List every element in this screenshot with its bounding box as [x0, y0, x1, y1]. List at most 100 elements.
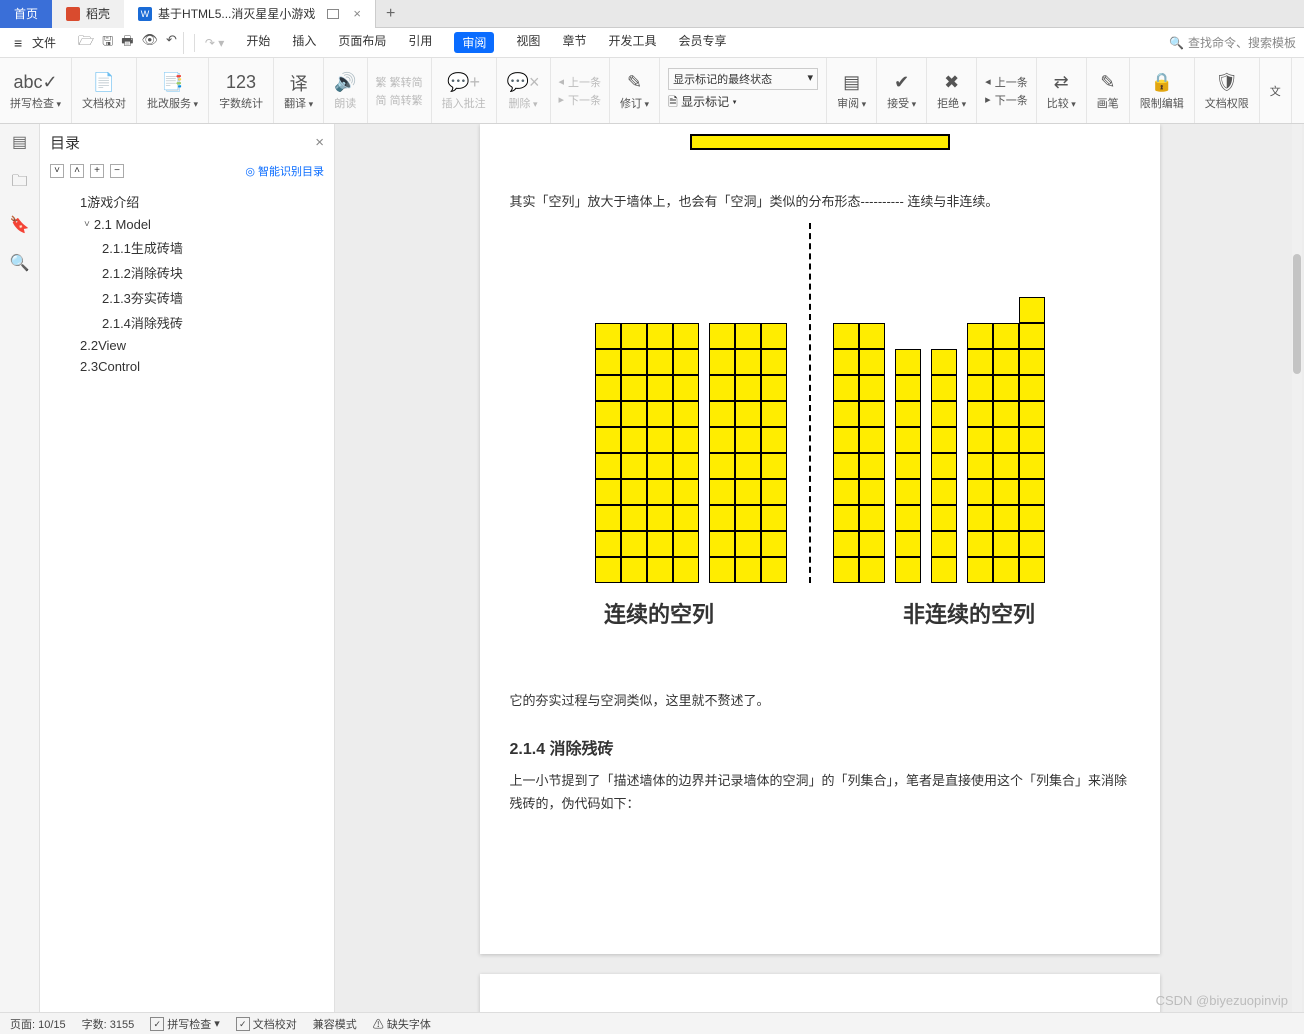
window-icon[interactable]	[327, 9, 339, 19]
btn-next-comment: ▸ 下一条	[559, 92, 602, 108]
btn-next-change[interactable]: ▸ 下一条	[985, 92, 1028, 108]
scrollbar-thumb[interactable]	[1293, 254, 1301, 374]
outline-item[interactable]: 2.2View	[40, 335, 334, 356]
find-tab-icon[interactable]: 🔍	[10, 253, 30, 273]
word-doc-icon: W	[138, 7, 152, 21]
outline-item[interactable]: 2.1.1生成砖墙	[40, 235, 334, 260]
status-page[interactable]: 页面: 10/15	[10, 1016, 66, 1032]
lock-icon: 🔒	[1151, 71, 1173, 95]
outline-item[interactable]: 2.1.4消除残砖	[40, 310, 334, 335]
document-page-next	[480, 974, 1160, 1012]
menu-devtools[interactable]: 开发工具	[608, 32, 656, 53]
paragraph: 其实「空列」放大于墙体上，也会有「空洞」类似的分布形态---------- 连续…	[510, 190, 1130, 213]
status-compat[interactable]: 兼容模式	[313, 1016, 357, 1032]
btn-to-simplified: 繁 繁转简	[376, 74, 423, 90]
btn-restrict[interactable]: 🔒限制编辑	[1130, 58, 1195, 123]
outline-minus-icon[interactable]: −	[110, 164, 124, 178]
figure-columns	[510, 223, 1130, 583]
open-icon[interactable]: 🗁	[78, 32, 94, 54]
menu-start[interactable]: 开始	[246, 32, 270, 53]
ribbon-tabs: 开始 插入 页面布局 引用 审阅 视图 章节 开发工具 会员专享	[246, 32, 726, 53]
tab-home[interactable]: 首页	[0, 0, 52, 28]
btn-review-pane[interactable]: ▤审阅	[827, 58, 877, 123]
menu-reference[interactable]: 引用	[408, 32, 432, 53]
outline-item[interactable]: 2.3Control	[40, 356, 334, 377]
outline-expand-icon[interactable]: ˄	[70, 164, 84, 178]
print-icon[interactable]: 🖶	[121, 32, 133, 54]
bookmark-tab-icon[interactable]: 🔖	[10, 215, 30, 235]
btn-more[interactable]: 文	[1260, 58, 1292, 123]
outline-close-icon[interactable]: ×	[315, 134, 324, 151]
grp-comment-nav: ◂ 上一条 ▸ 下一条	[551, 58, 611, 123]
pen-icon: ✎	[1100, 71, 1115, 95]
undo-icon[interactable]: ↶	[166, 32, 177, 54]
track-state-select[interactable]: 显示标记的最终状态▾	[668, 68, 818, 90]
save-icon[interactable]: 🖫	[102, 32, 113, 54]
tab-document-label: 基于HTML5...消灭星星小游戏	[158, 5, 315, 22]
outline-toolbar: ˅ ˄ + − ◎智能识别目录	[40, 161, 334, 185]
outline-plus-icon[interactable]: +	[90, 164, 104, 178]
menu-layout[interactable]: 页面布局	[338, 32, 386, 53]
ai-icon: ◎	[245, 165, 255, 178]
menu-member[interactable]: 会员专享	[678, 32, 726, 53]
btn-show-marks[interactable]: 🗎 显示标记 ▾	[668, 93, 818, 114]
btn-compare[interactable]: ⇄比较	[1037, 58, 1087, 123]
menu-insert[interactable]: 插入	[292, 32, 316, 53]
vertical-scrollbar[interactable]	[1292, 124, 1302, 1012]
btn-batch[interactable]: 📑批改服务	[137, 58, 209, 123]
btn-pen[interactable]: ✎画笔	[1087, 58, 1130, 123]
document-page: 其实「空列」放大于墙体上，也会有「空洞」类似的分布形态---------- 连续…	[480, 124, 1160, 954]
redo-icon[interactable]: ↷ ▾	[205, 36, 224, 50]
btn-prev-change[interactable]: ◂ 上一条	[985, 74, 1028, 90]
btn-proof[interactable]: 📄文档校对	[72, 58, 137, 123]
command-search[interactable]: 🔍 查找命令、搜索模板	[1169, 34, 1296, 51]
title-tab-bar: 首页 稻壳 W 基于HTML5...消灭星星小游戏 × +	[0, 0, 1304, 28]
btn-accept[interactable]: ✔接受	[877, 58, 927, 123]
tab-close-icon[interactable]: ×	[353, 6, 361, 21]
btn-prev-comment: ◂ 上一条	[559, 74, 602, 90]
menu-review[interactable]: 审阅	[454, 32, 494, 53]
btn-permissions[interactable]: 🛡文档权限	[1195, 58, 1260, 123]
outline-tab-icon[interactable]: ▤	[12, 132, 27, 152]
outline-panel: 目录 × ˅ ˄ + − ◎智能识别目录 1游戏介绍 2.1 Model 2.1…	[40, 124, 335, 1012]
btn-spellcheck[interactable]: abc✓拼写检查	[0, 58, 72, 123]
compare-icon: ⇄	[1054, 71, 1069, 95]
status-bar: 页面: 10/15 字数: 3155 拼写检查 ▾ 文档校对 兼容模式 ⚠ 缺失…	[0, 1012, 1304, 1034]
outline-item[interactable]: 2.1 Model	[40, 214, 334, 235]
caption-left: 连续的空列	[604, 597, 714, 629]
pane-icon: ▤	[843, 71, 860, 95]
tab-document[interactable]: W 基于HTML5...消灭星星小游戏 ×	[124, 0, 376, 28]
btn-reject[interactable]: ✖拒绝	[927, 58, 977, 123]
grp-track-options: 显示标记的最终状态▾ 🗎 显示标记 ▾	[660, 58, 827, 123]
smart-outline-button[interactable]: ◎智能识别目录	[245, 163, 324, 179]
batch-icon: 📑	[161, 71, 183, 95]
thumbnail-tab-icon[interactable]: 🗀	[11, 170, 27, 197]
document-viewport[interactable]: 其实「空列」放大于墙体上，也会有「空洞」类似的分布形态---------- 连续…	[335, 124, 1304, 1012]
search-placeholder: 查找命令、搜索模板	[1188, 34, 1296, 51]
search-icon: 🔍	[1169, 36, 1184, 50]
btn-translate[interactable]: 译翻译	[274, 58, 324, 123]
outline-tree: 1游戏介绍 2.1 Model 2.1.1生成砖墙 2.1.2消除砖块 2.1.…	[40, 185, 334, 381]
menu-chapter[interactable]: 章节	[562, 32, 586, 53]
file-menu[interactable]: 文件	[8, 32, 62, 53]
btn-wordcount[interactable]: 123字数统计	[209, 58, 274, 123]
menu-bar: 文件 🗁 🖫 🖶 👁 ↶ ↷ ▾ 开始 插入 页面布局 引用 审阅 视图 章节 …	[0, 28, 1304, 58]
outline-collapse-icon[interactable]: ˅	[50, 164, 64, 178]
status-spellcheck[interactable]: 拼写检查 ▾	[150, 1016, 220, 1032]
outline-item[interactable]: 2.1.3夯实砖墙	[40, 285, 334, 310]
preview-icon[interactable]: 👁	[142, 32, 159, 54]
menu-view[interactable]: 视图	[516, 32, 540, 53]
btn-to-traditional: 简 简转繁	[376, 92, 423, 108]
grp-change-nav: ◂ 上一条 ▸ 下一条	[977, 58, 1037, 123]
outline-item[interactable]: 2.1.2消除砖块	[40, 260, 334, 285]
status-proof[interactable]: 文档校对	[236, 1016, 297, 1032]
btn-track[interactable]: ✎修订	[610, 58, 660, 123]
tab-new[interactable]: +	[376, 0, 405, 28]
shield-icon: 🛡	[1215, 71, 1238, 95]
status-missing-font[interactable]: ⚠ 缺失字体	[373, 1016, 431, 1032]
status-wordcount[interactable]: 字数: 3155	[82, 1016, 135, 1032]
tab-daoke[interactable]: 稻壳	[52, 0, 124, 28]
daoke-icon	[66, 7, 80, 21]
wordcount-icon: 123	[226, 71, 256, 95]
outline-item[interactable]: 1游戏介绍	[40, 189, 334, 214]
